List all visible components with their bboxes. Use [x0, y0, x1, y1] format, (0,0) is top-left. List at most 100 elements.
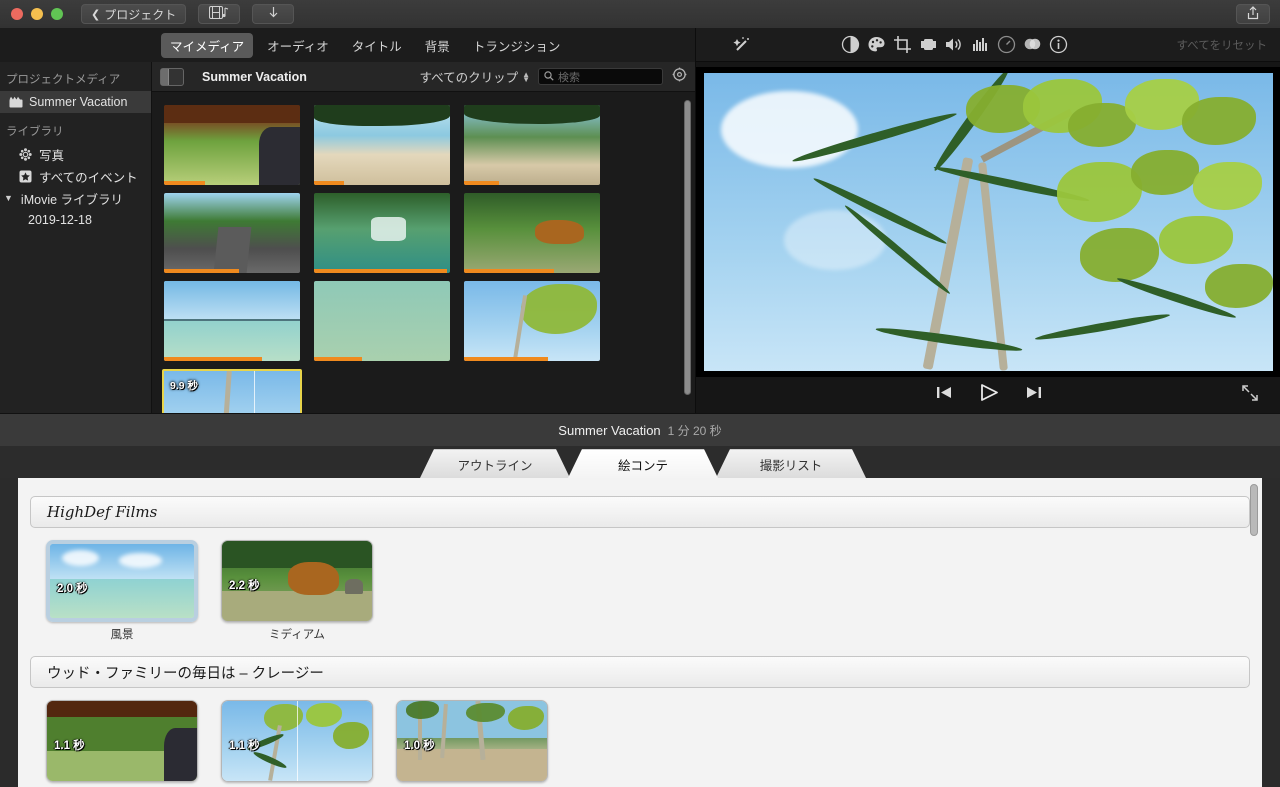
zoom-window-button[interactable] [51, 8, 63, 20]
used-indicator [314, 357, 362, 361]
browser-title: Summer Vacation [202, 69, 307, 84]
play-icon[interactable] [979, 383, 999, 407]
storyboard-clip-label: 風景 [110, 629, 134, 641]
chevron-down-icon[interactable]: ▼ [4, 193, 13, 203]
gear-icon[interactable] [672, 67, 687, 87]
star-events-icon [18, 169, 33, 183]
media-thumbnail[interactable] [314, 281, 450, 361]
storyboard-clip[interactable]: 2.2 秒 ミディアム [221, 540, 373, 642]
sidebar-item-imovie-library[interactable]: ▼ iMovie ライブラリ [0, 187, 151, 209]
sidebar-item-label: すべてのイベント [39, 170, 138, 185]
sidebar-item-event-2019-12-18[interactable]: 2019-12-18 [0, 209, 151, 231]
media-thumbnail[interactable] [314, 105, 450, 185]
thumbnail-image [164, 105, 300, 185]
media-browser[interactable]: 9.9 秒 [152, 92, 695, 413]
tab-shot-list[interactable]: 撮影リスト [716, 449, 866, 478]
thumbnail-image [314, 105, 450, 185]
storyboard-tabs: アウトライン 絵コンテ 撮影リスト [0, 446, 1280, 478]
info-icon[interactable] [1045, 33, 1071, 57]
media-thumbnail-selected[interactable]: 9.9 秒 [162, 369, 302, 413]
used-indicator [464, 357, 549, 361]
tab-audio[interactable]: オーディオ [258, 33, 338, 58]
media-thumbnail[interactable] [164, 105, 300, 185]
search-input[interactable]: 検索 [538, 68, 663, 85]
reset-all-button[interactable]: すべてをリセット [1176, 37, 1267, 53]
media-tabs: マイメディア オーディオ タイトル 背景 トランジション [0, 28, 695, 63]
magic-wand-icon[interactable] [729, 33, 755, 57]
chevron-left-icon: ❮ [91, 8, 101, 21]
viewer-stage [696, 67, 1280, 377]
tab-outline[interactable]: アウトライン [420, 449, 570, 478]
filter-icon[interactable] [1019, 33, 1045, 57]
storyboard-clip-thumbnail[interactable]: 1.1 秒 [221, 700, 373, 782]
storyboard-clip[interactable]: 2.0 秒 風景 [46, 540, 198, 642]
tab-titles[interactable]: タイトル [343, 33, 411, 58]
download-button[interactable] [252, 4, 295, 24]
project-duration: 1 分 20 秒 [667, 424, 722, 438]
media-import-button[interactable] [198, 4, 241, 24]
crop-icon[interactable] [889, 33, 915, 57]
sidebar-item-label: Summer Vacation [29, 95, 128, 109]
thumbnail-image [314, 281, 450, 361]
media-thumbnail[interactable] [464, 105, 600, 185]
share-button[interactable] [1236, 4, 1270, 24]
used-indicator [164, 181, 205, 185]
back-to-projects-button[interactable]: ❮ プロジェクト [81, 4, 187, 24]
media-thumbnail[interactable] [164, 281, 300, 361]
skip-next-icon[interactable] [1025, 385, 1042, 405]
sidebar-item-all-events[interactable]: すべてのイベント [0, 165, 151, 187]
sidebar-item-label: iMovie ライブラリ [20, 192, 124, 207]
thumbnail-image [464, 193, 600, 273]
brand-banner[interactable]: HighDef Films [30, 496, 1250, 528]
media-thumbnail[interactable] [464, 281, 600, 361]
color-correction-icon[interactable] [863, 33, 889, 57]
volume-icon[interactable] [941, 33, 967, 57]
storyboard-panel: HighDef Films 2.0 秒 風景 2.2 秒 ミディアム ウッド・フ… [0, 478, 1280, 787]
clip-filter-dropdown[interactable]: すべてのクリップ ▲ ▼ [419, 67, 530, 86]
download-arrow-icon [268, 6, 279, 22]
storyboard-clip[interactable]: 1.0 秒 [396, 700, 548, 786]
playback-controls [696, 377, 1280, 413]
sidebar-toggle-icon[interactable] [160, 67, 184, 86]
storyboard-canvas[interactable]: HighDef Films 2.0 秒 風景 2.2 秒 ミディアム ウッド・フ… [18, 478, 1262, 787]
minimize-window-button[interactable] [31, 8, 43, 20]
storyboard-clip-thumbnail[interactable]: 1.1 秒 [46, 700, 198, 782]
sidebar-item-summer-vacation[interactable]: Summer Vacation [0, 91, 151, 113]
browser-scrollbar[interactable] [684, 100, 691, 395]
stepper-updown-icon[interactable]: ▲ ▼ [522, 70, 530, 83]
storyboard-clip-thumbnail[interactable]: 2.2 秒 [221, 540, 373, 622]
storyboard-scrollbar[interactable] [1250, 484, 1258, 536]
media-thumbnail[interactable] [164, 193, 300, 273]
used-indicator [464, 269, 554, 273]
tab-my-media[interactable]: マイメディア [161, 32, 254, 58]
used-indicator [314, 269, 448, 273]
sidebar-item-label: 2019-12-18 [28, 213, 92, 227]
skip-previous-icon[interactable] [936, 385, 953, 405]
fullscreen-icon[interactable] [1241, 384, 1259, 407]
used-indicator [464, 181, 500, 185]
storyboard-clip-thumbnail[interactable]: 1.0 秒 [396, 700, 548, 782]
equalizer-icon[interactable] [967, 33, 993, 57]
tab-transitions[interactable]: トランジション [464, 33, 570, 58]
stabilization-icon[interactable] [915, 33, 941, 57]
back-button-label: プロジェクト [104, 7, 177, 22]
project-name: Summer Vacation [558, 423, 661, 438]
thumbnail-image [164, 281, 300, 361]
sidebar-item-photos[interactable]: 写真 [0, 143, 151, 165]
storyboard-clip[interactable]: 1.1 秒 [46, 700, 198, 786]
clip-filter-label: すべてのクリップ [419, 71, 519, 85]
color-balance-icon[interactable] [837, 33, 863, 57]
media-grid: 9.9 秒 [152, 92, 695, 413]
tab-backgrounds[interactable]: 背景 [416, 33, 459, 58]
media-thumbnail[interactable] [464, 193, 600, 273]
brand-banner-label: HighDef Films [47, 503, 158, 521]
search-icon [544, 68, 554, 86]
share-icon [1247, 5, 1259, 23]
storyboard-clip[interactable]: 1.1 秒 [221, 700, 373, 786]
speed-icon[interactable] [993, 33, 1019, 57]
storyboard-clip-thumbnail[interactable]: 2.0 秒 [46, 540, 198, 622]
media-thumbnail[interactable] [314, 193, 450, 273]
section-title-row[interactable]: ウッド・ファミリーの毎日は – クレージー [30, 656, 1250, 688]
tab-storyboard[interactable]: 絵コンテ [568, 449, 718, 478]
close-window-button[interactable] [11, 8, 23, 20]
